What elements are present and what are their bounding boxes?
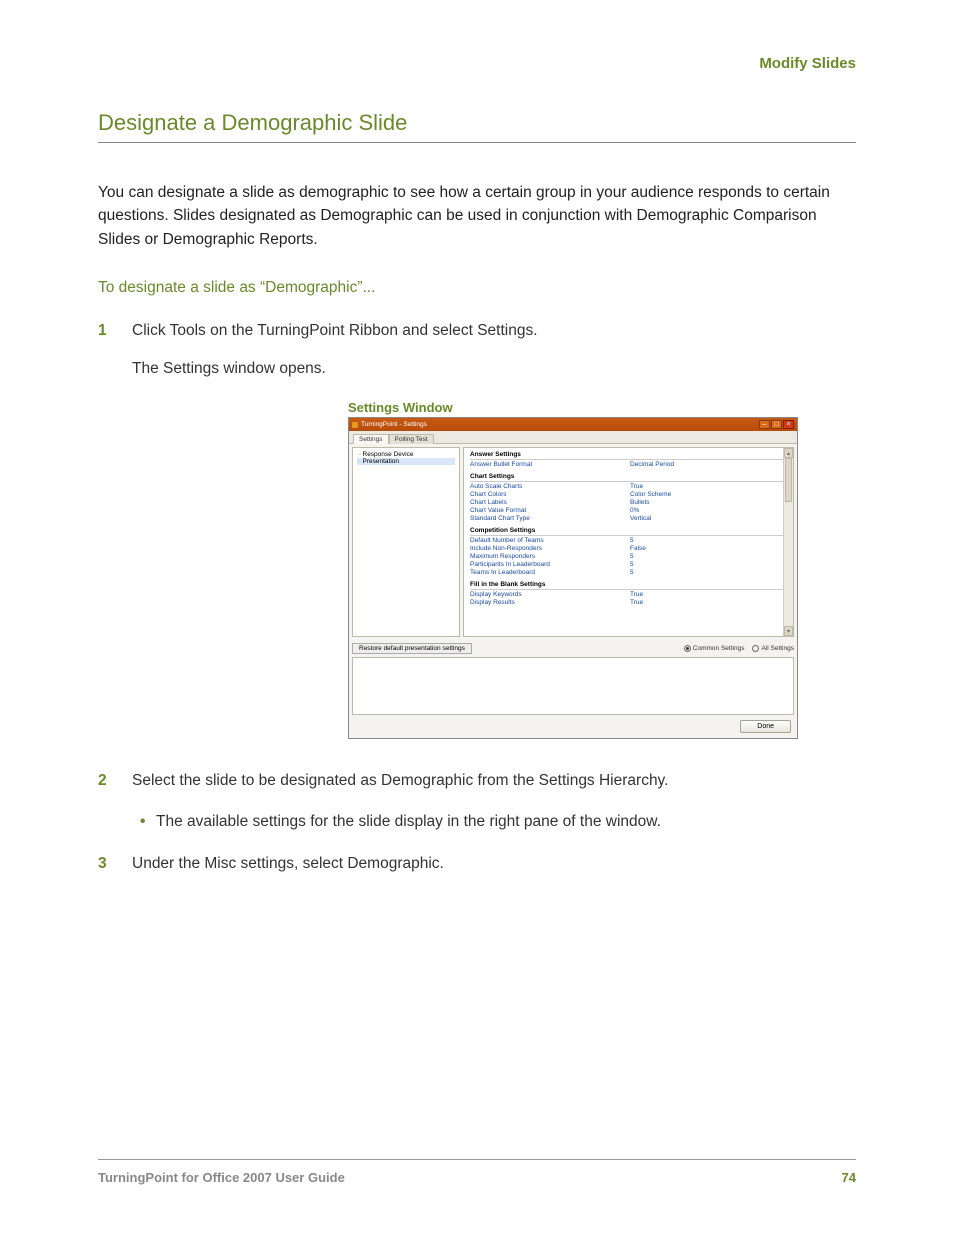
step-text: Click Tools on the TurningPoint Ribbon a…	[132, 319, 856, 342]
step-1-result: The Settings window opens.	[132, 360, 856, 378]
tab-settings[interactable]: Settings	[353, 434, 389, 444]
radio-label: Common Settings	[693, 645, 745, 652]
section-header: Modify Slides	[98, 55, 856, 72]
settings-window-figure: TurningPoint - Settings – □ × Settings P…	[348, 417, 798, 739]
setting-value[interactable]: Vertical	[630, 515, 787, 522]
setting-value[interactable]: Decimal Period	[630, 461, 787, 468]
setting-key[interactable]: Participants In Leaderboard	[470, 561, 630, 568]
setting-key[interactable]: Chart Labels	[470, 499, 630, 506]
setting-key[interactable]: Auto Scale Charts	[470, 483, 630, 490]
setting-value[interactable]: False	[630, 545, 787, 552]
step-number: 2	[98, 769, 132, 792]
tab-polling-test[interactable]: Polling Test	[389, 434, 434, 444]
radio-label: All Settings	[761, 645, 794, 652]
setting-key[interactable]: Chart Value Format	[470, 507, 630, 514]
radio-dot-icon	[752, 645, 759, 652]
setting-value[interactable]: 0%	[630, 507, 787, 514]
setting-value[interactable]: 5	[630, 553, 787, 560]
settings-hierarchy-tree[interactable]: Response Device Presentation	[352, 447, 460, 637]
setting-value[interactable]: True	[630, 591, 787, 598]
step-1: 1 Click Tools on the TurningPoint Ribbon…	[98, 319, 856, 342]
setting-key[interactable]: Display Results	[470, 599, 630, 606]
procedure-heading: To designate a slide as “Demographic”...	[98, 279, 856, 297]
settings-list-panel: Answer Settings Answer Bullet FormatDeci…	[463, 447, 794, 637]
description-panel	[352, 657, 794, 715]
setting-value[interactable]: True	[630, 483, 787, 490]
setting-value[interactable]: Bullets	[630, 499, 787, 506]
footer-doc-title: TurningPoint for Office 2007 User Guide	[98, 1170, 345, 1185]
setting-key[interactable]: Include Non-Responders	[470, 545, 630, 552]
step-number: 1	[98, 319, 132, 342]
intro-paragraph: You can designate a slide as demographic…	[98, 181, 856, 251]
step-text: Under the Misc settings, select Demograp…	[132, 852, 856, 875]
setting-key[interactable]: Standard Chart Type	[470, 515, 630, 522]
setting-value[interactable]: 5	[630, 537, 787, 544]
page-title: Designate a Demographic Slide	[98, 110, 856, 143]
window-title: TurningPoint - Settings	[361, 421, 427, 428]
setting-key[interactable]: Default Number of Teams	[470, 537, 630, 544]
scroll-up-icon[interactable]: ▴	[784, 448, 793, 458]
setting-key[interactable]: Answer Bullet Format	[470, 461, 630, 468]
setting-key[interactable]: Chart Colors	[470, 491, 630, 498]
window-titlebar: TurningPoint - Settings – □ ×	[349, 418, 797, 431]
step-2-bullet: The available settings for the slide dis…	[140, 810, 856, 833]
close-button[interactable]: ×	[783, 420, 794, 429]
setting-key[interactable]: Display Keywords	[470, 591, 630, 598]
page-footer: TurningPoint for Office 2007 User Guide …	[98, 1159, 856, 1185]
scroll-down-icon[interactable]: ▾	[784, 626, 793, 636]
setting-key[interactable]: Maximum Responders	[470, 553, 630, 560]
scroll-thumb[interactable]	[785, 458, 792, 502]
setting-value[interactable]: True	[630, 599, 787, 606]
step-text: Select the slide to be designated as Dem…	[132, 769, 856, 792]
footer-page-number: 74	[842, 1170, 856, 1185]
done-button[interactable]: Done	[740, 720, 791, 733]
tree-node-response-device[interactable]: Response Device	[357, 451, 455, 458]
group-answer-settings: Answer Settings	[470, 451, 787, 460]
tree-node-presentation[interactable]: Presentation	[357, 458, 455, 465]
app-icon	[352, 422, 358, 428]
step-number: 3	[98, 852, 132, 875]
tab-strip: Settings Polling Test	[349, 431, 797, 444]
maximize-button[interactable]: □	[771, 420, 782, 429]
restore-defaults-button[interactable]: Restore default presentation settings	[352, 643, 472, 654]
radio-all-settings[interactable]: All Settings	[752, 645, 794, 652]
setting-value[interactable]: Color Scheme	[630, 491, 787, 498]
setting-value[interactable]: 5	[630, 569, 787, 576]
setting-value[interactable]: 5	[630, 561, 787, 568]
setting-key[interactable]: Teams In Leaderboard	[470, 569, 630, 576]
group-chart-settings: Chart Settings	[470, 473, 787, 482]
window-controls: – □ ×	[759, 420, 794, 429]
step-3: 3 Under the Misc settings, select Demogr…	[98, 852, 856, 875]
settings-window: TurningPoint - Settings – □ × Settings P…	[348, 417, 798, 739]
group-competition-settings: Competition Settings	[470, 527, 787, 536]
figure-caption: Settings Window	[348, 400, 856, 415]
vertical-scrollbar[interactable]: ▴ ▾	[783, 448, 793, 636]
radio-common-settings[interactable]: Common Settings	[684, 645, 745, 652]
step-2: 2 Select the slide to be designated as D…	[98, 769, 856, 792]
minimize-button[interactable]: –	[759, 420, 770, 429]
radio-dot-icon	[684, 645, 691, 652]
group-fill-blank-settings: Fill in the Blank Settings	[470, 581, 787, 590]
